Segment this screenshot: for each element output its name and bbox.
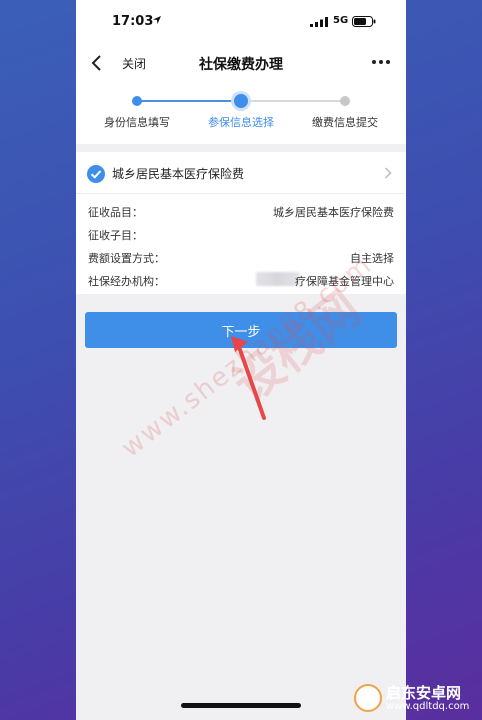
status-time: 17:03 bbox=[112, 14, 154, 29]
chevron-right-icon[interactable] bbox=[384, 167, 392, 179]
card-divider bbox=[76, 193, 406, 194]
signal-bars-icon bbox=[310, 17, 328, 27]
logo-circle-icon bbox=[354, 684, 382, 712]
step-dot-1 bbox=[132, 96, 142, 106]
step-label-3: 缴费信息提交 bbox=[312, 116, 378, 129]
check-circle-icon bbox=[87, 165, 105, 183]
row-value-item: 城乡居民基本医疗保险费 bbox=[273, 206, 394, 219]
step-dot-2 bbox=[234, 94, 248, 108]
row-label-item: 征收品目： bbox=[88, 206, 143, 219]
step-label-1: 身份信息填写 bbox=[104, 116, 170, 129]
page-title: 社保缴费办理 bbox=[199, 57, 283, 73]
location-arrow-icon bbox=[153, 16, 161, 24]
step-line-done bbox=[136, 100, 242, 102]
step-label-2: 参保信息选择 bbox=[208, 116, 274, 129]
nav-bar: 关闭 社保缴费办理 bbox=[76, 44, 406, 82]
redacted-patch bbox=[256, 272, 300, 286]
more-dots-icon[interactable] bbox=[372, 60, 390, 64]
status-bar: 17:03 5G bbox=[76, 0, 406, 44]
step-dot-3 bbox=[340, 96, 350, 106]
logo-url: www.qdltdq.com bbox=[386, 701, 470, 712]
row-label-agency: 社保经办机构： bbox=[88, 275, 165, 288]
card-title: 城乡居民基本医疗保险费 bbox=[112, 167, 245, 181]
logo-name: 启东安卓网 bbox=[386, 684, 462, 702]
row-label-subitem: 征收子目： bbox=[88, 229, 143, 242]
row-label-fee-mode: 费额设置方式： bbox=[88, 252, 165, 265]
home-indicator bbox=[181, 703, 301, 708]
network-type: 5G bbox=[333, 15, 349, 26]
step-line-pending bbox=[242, 100, 346, 102]
progress-steps: 身份信息填写 参保信息选择 缴费信息提交 bbox=[76, 82, 406, 144]
battery-icon bbox=[352, 16, 376, 27]
site-logo: 启东安卓网 www.qdltdq.com bbox=[354, 680, 476, 716]
phone-screen: 17:03 5G 关闭 社保缴费办理 身份信息填写 参保信息选择 缴费信息提交 … bbox=[76, 0, 406, 720]
